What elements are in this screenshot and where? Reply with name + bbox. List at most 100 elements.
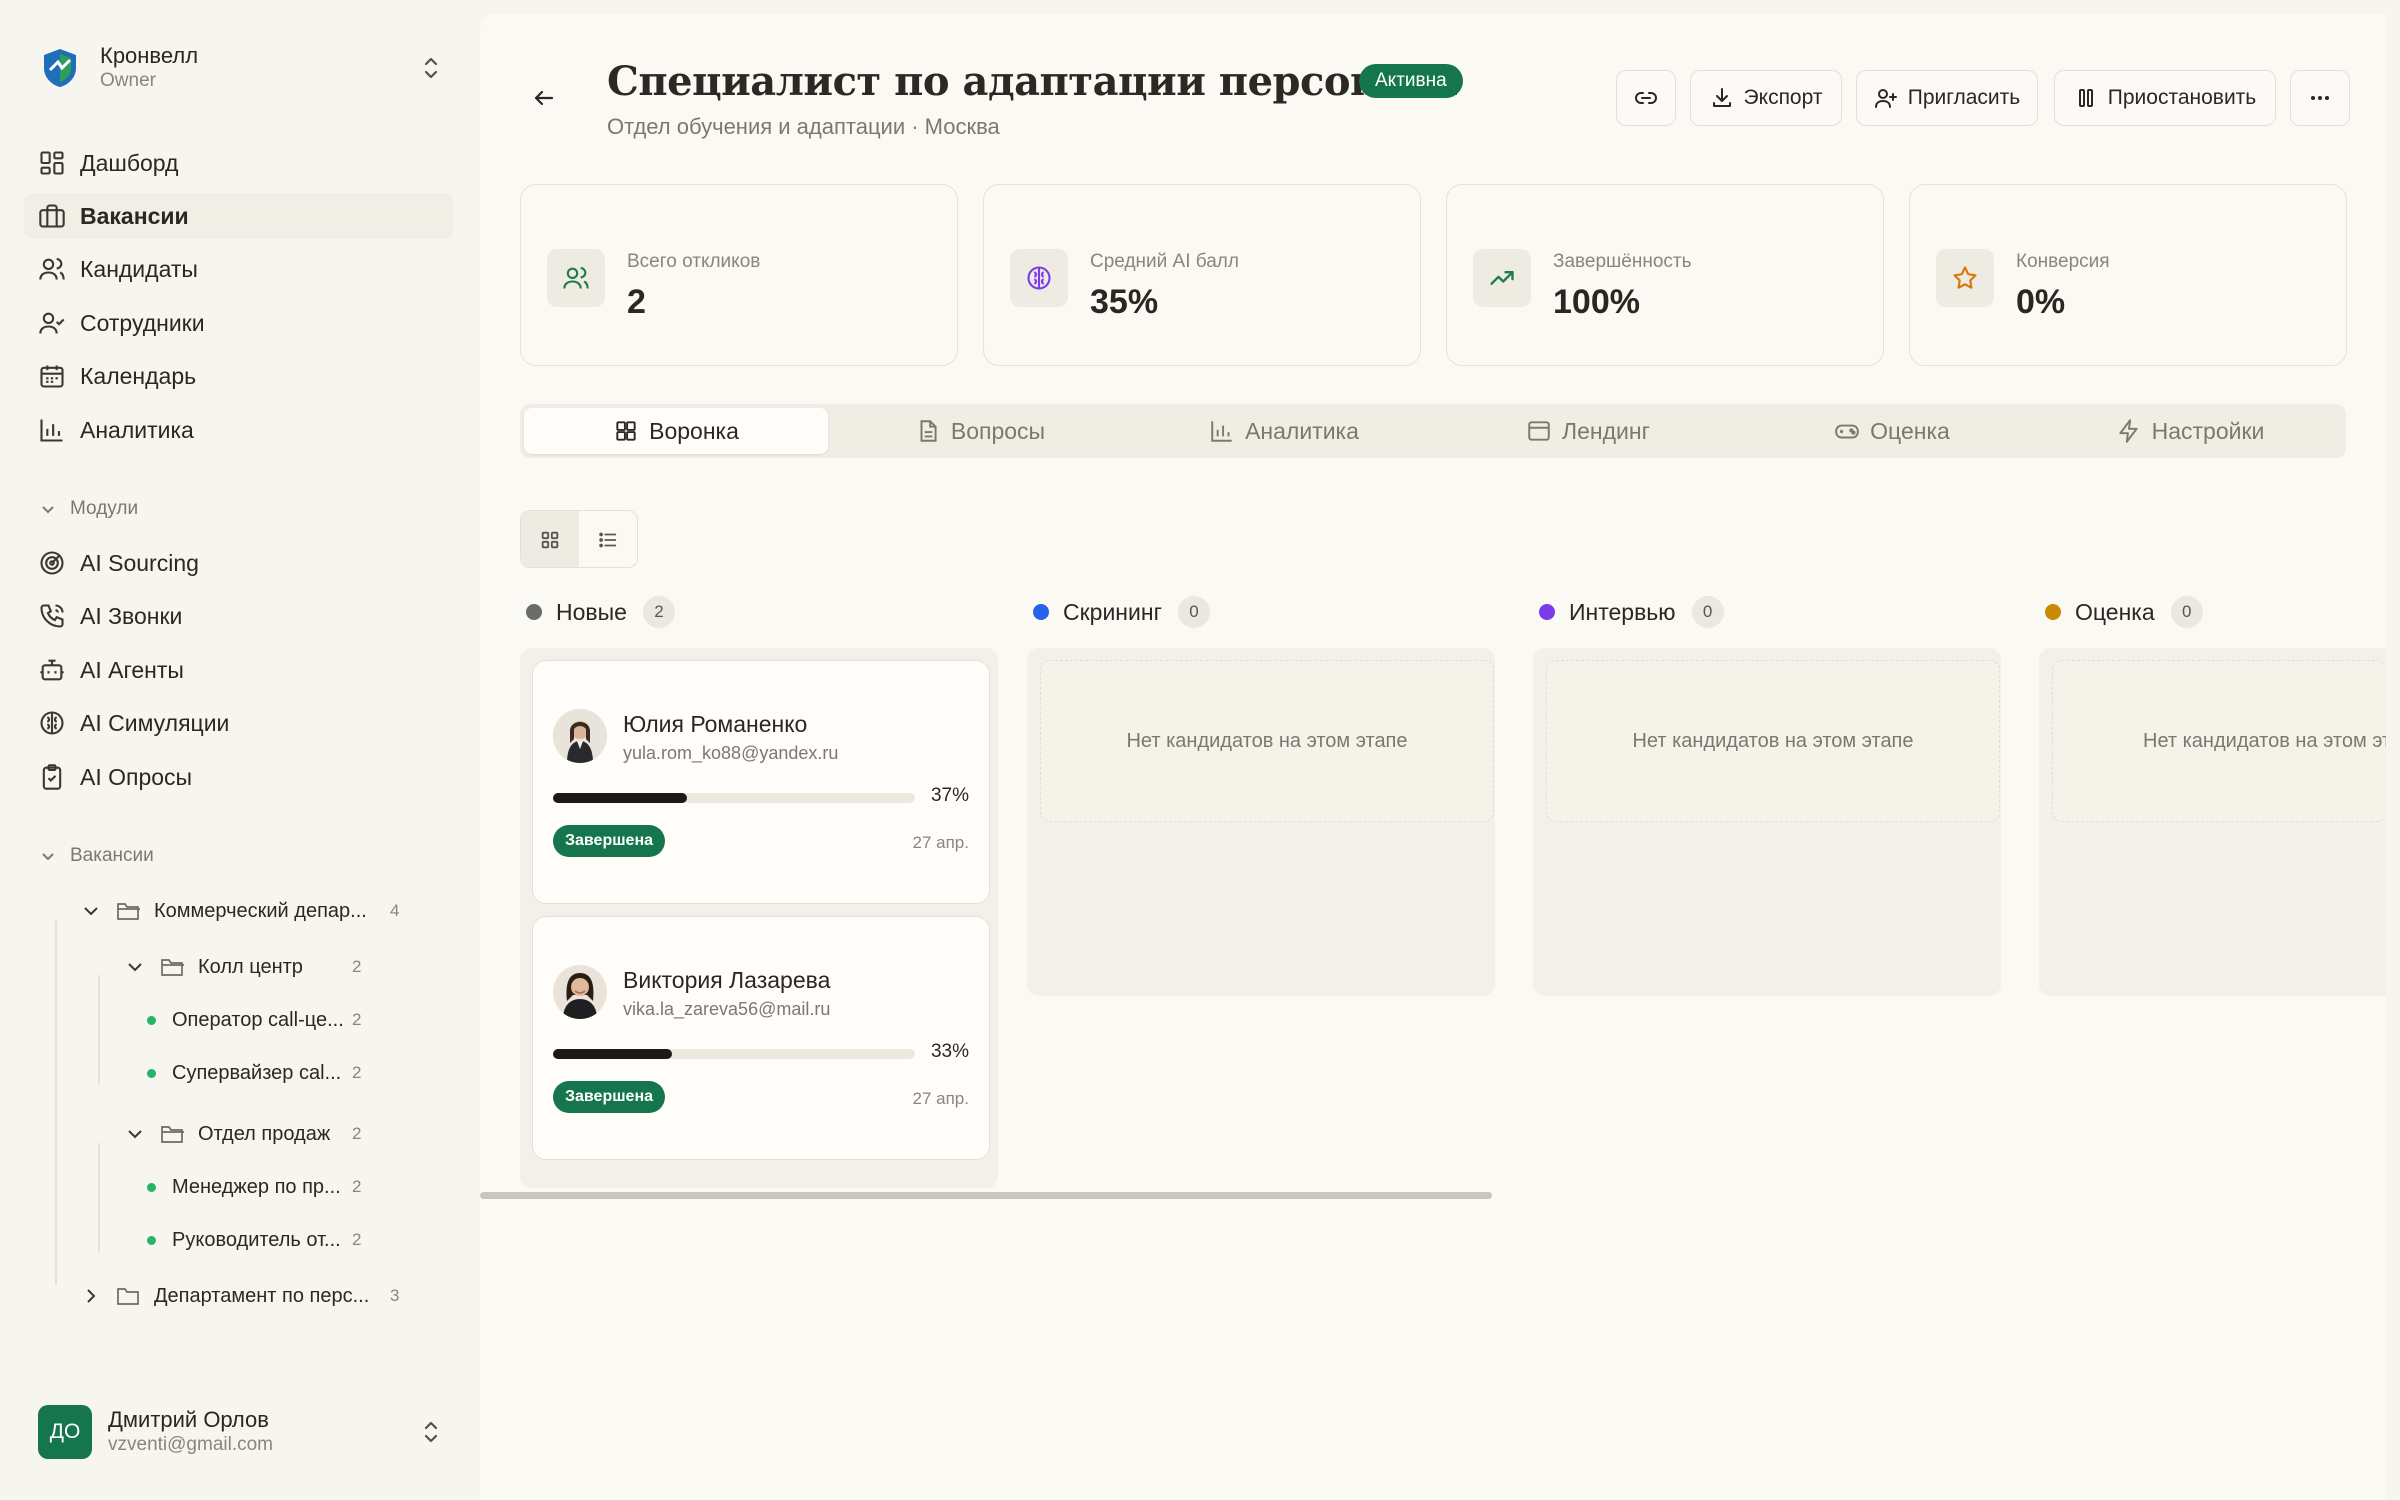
column-header-new: Новые 2: [526, 594, 675, 630]
stat-card-conversion: Конверсия 0%: [1909, 184, 2347, 366]
folder-open-icon: [160, 956, 186, 978]
column-count: 0: [1691, 596, 1724, 628]
candidate-name: Юлия Романенко: [623, 711, 808, 737]
nav-item-analytics[interactable]: Аналитика: [24, 407, 454, 453]
column-header-assessment: Оценка 0: [2045, 594, 2203, 630]
column-title: Скрининг: [1063, 598, 1162, 625]
nav-item-ai-agents[interactable]: AI Агенты: [24, 647, 454, 693]
clipboard-check-icon: [38, 763, 66, 791]
nav-item-ai-calls[interactable]: AI Звонки: [24, 593, 454, 639]
file-text-icon: [915, 418, 941, 444]
tree-folder-hr-dept[interactable]: Департамент по перс... 3: [80, 1281, 410, 1311]
grid-view-button[interactable]: [521, 511, 579, 567]
candidate-card[interactable]: Виктория Лазарева vika.la_zareva56@mail.…: [532, 916, 990, 1160]
candidate-date: 27 апр.: [912, 833, 969, 852]
tree-vacancy-sales-manager[interactable]: Менеджер по пр... 2: [147, 1172, 417, 1202]
tab-bar: Воронка Вопросы Аналитика Лендинг Оценка…: [520, 404, 2346, 458]
list-icon: [599, 532, 617, 548]
column-color-dot: [1539, 604, 1555, 620]
tree-guide-line: [55, 920, 57, 1285]
export-button[interactable]: Экспорт: [1690, 70, 1842, 126]
nav-item-ai-simulations[interactable]: AI Симуляции: [24, 700, 454, 746]
link-icon: [1634, 86, 1658, 110]
layout-icon: [1526, 418, 1552, 444]
status-badge: Завершена: [553, 1081, 666, 1113]
tab-settings[interactable]: Настройки: [2038, 408, 2342, 454]
nav-item-calendar[interactable]: Календарь: [24, 353, 454, 399]
brain-icon: [38, 709, 66, 737]
tree-count: 2: [352, 957, 362, 976]
tree-label: Отдел продаж: [198, 1122, 331, 1145]
user-menu[interactable]: ДО Дмитрий Орлов vzventi@gmail.com: [38, 1404, 458, 1460]
org-role: Owner: [100, 70, 156, 91]
score-value: 33%: [930, 1041, 969, 1062]
status-dot: [147, 1235, 156, 1245]
stat-label: Конверсия: [2016, 251, 2110, 272]
star-icon: [1936, 249, 1994, 307]
tree-count: 2: [352, 1010, 362, 1029]
pause-button[interactable]: Приостановить: [2054, 70, 2276, 126]
status-badge: Завершена: [553, 825, 666, 857]
nav-item-ai-surveys[interactable]: AI Опросы: [24, 754, 454, 800]
bar-chart-icon: [38, 416, 66, 444]
nav-label: AI Симуляции: [80, 709, 230, 736]
chevron-down-icon: [80, 900, 102, 922]
more-horizontal-icon: [2308, 86, 2332, 110]
back-arrow-icon[interactable]: [530, 84, 558, 112]
modules-section-toggle[interactable]: Модули: [38, 494, 138, 524]
horizontal-scrollbar[interactable]: [480, 1192, 1492, 1199]
tab-funnel[interactable]: Воронка: [524, 408, 828, 454]
list-view-button[interactable]: [579, 511, 637, 567]
tree-vacancy-sales-head[interactable]: Руководитель от... 2: [147, 1225, 417, 1255]
tab-label: Оценка: [1870, 417, 1950, 444]
user-check-icon: [38, 309, 66, 337]
tree-vacancy-supervisor[interactable]: Супервайзер cal... 2: [147, 1058, 417, 1088]
users-icon: [38, 255, 66, 283]
modules-section-title: Модули: [70, 498, 139, 519]
copy-link-button[interactable]: [1616, 70, 1676, 126]
nav-item-dashboard[interactable]: Дашборд: [24, 140, 454, 186]
tab-questions[interactable]: Вопросы: [828, 408, 1132, 454]
vacancies-section-toggle[interactable]: Вакансии: [38, 841, 154, 871]
more-button[interactable]: [2290, 70, 2350, 126]
tree-folder-sales[interactable]: Отдел продаж 2: [124, 1119, 424, 1149]
tree-count: 2: [352, 1177, 362, 1196]
tree-label: Оператор call-це...: [172, 1008, 344, 1031]
tab-label: Аналитика: [1245, 417, 1359, 444]
folder-open-icon: [160, 1123, 186, 1145]
user-plus-icon: [1874, 86, 1898, 110]
stat-value: 35%: [1090, 283, 1159, 321]
tab-landing[interactable]: Лендинг: [1436, 408, 1740, 454]
nav-item-vacancies[interactable]: Вакансии: [24, 193, 454, 239]
nav-label: AI Опросы: [80, 763, 193, 790]
nav-item-candidates[interactable]: Кандидаты: [24, 246, 454, 292]
column-count: 2: [642, 596, 675, 628]
pause-icon: [2074, 86, 2098, 110]
nav-label: Сотрудники: [80, 309, 205, 336]
nav-label: AI Агенты: [80, 656, 184, 683]
tree-count: 4: [390, 901, 400, 920]
tab-analytics[interactable]: Аналитика: [1132, 408, 1436, 454]
folder-open-icon: [116, 900, 142, 922]
column-title: Интервью: [1569, 598, 1676, 625]
tree-folder-callcenter[interactable]: Колл центр 2: [124, 952, 424, 982]
org-switcher[interactable]: Кронвелл Owner: [38, 38, 458, 98]
tree-vacancy-operator[interactable]: Оператор call-це... 2: [147, 1005, 417, 1035]
score-bar: [553, 793, 915, 803]
candidate-card[interactable]: Юлия Романенко yula.rom_ko88@yandex.ru 3…: [532, 660, 990, 904]
sidebar: Кронвелл Owner Дашборд Вакансии Кандидат…: [0, 0, 478, 1500]
nav-item-ai-sourcing[interactable]: AI Sourcing: [24, 540, 454, 586]
tab-assessment[interactable]: Оценка: [1740, 408, 2044, 454]
stat-value: 0%: [2016, 283, 2066, 321]
pause-label: Приостановить: [2107, 86, 2257, 109]
score-bar-fill: [553, 1049, 673, 1059]
stat-card-responses: Всего откликов 2: [520, 184, 958, 366]
chevrons-up-down-icon: [420, 54, 442, 82]
tree-folder-commercial[interactable]: Коммерческий депар... 4: [80, 896, 410, 926]
tab-label: Вопросы: [950, 417, 1046, 444]
nav-label: Кандидаты: [80, 255, 198, 282]
column-color-dot: [526, 604, 542, 620]
tree-label: Департамент по перс...: [154, 1284, 370, 1307]
nav-item-employees[interactable]: Сотрудники: [24, 300, 454, 346]
invite-button[interactable]: Пригласить: [1856, 70, 2038, 126]
